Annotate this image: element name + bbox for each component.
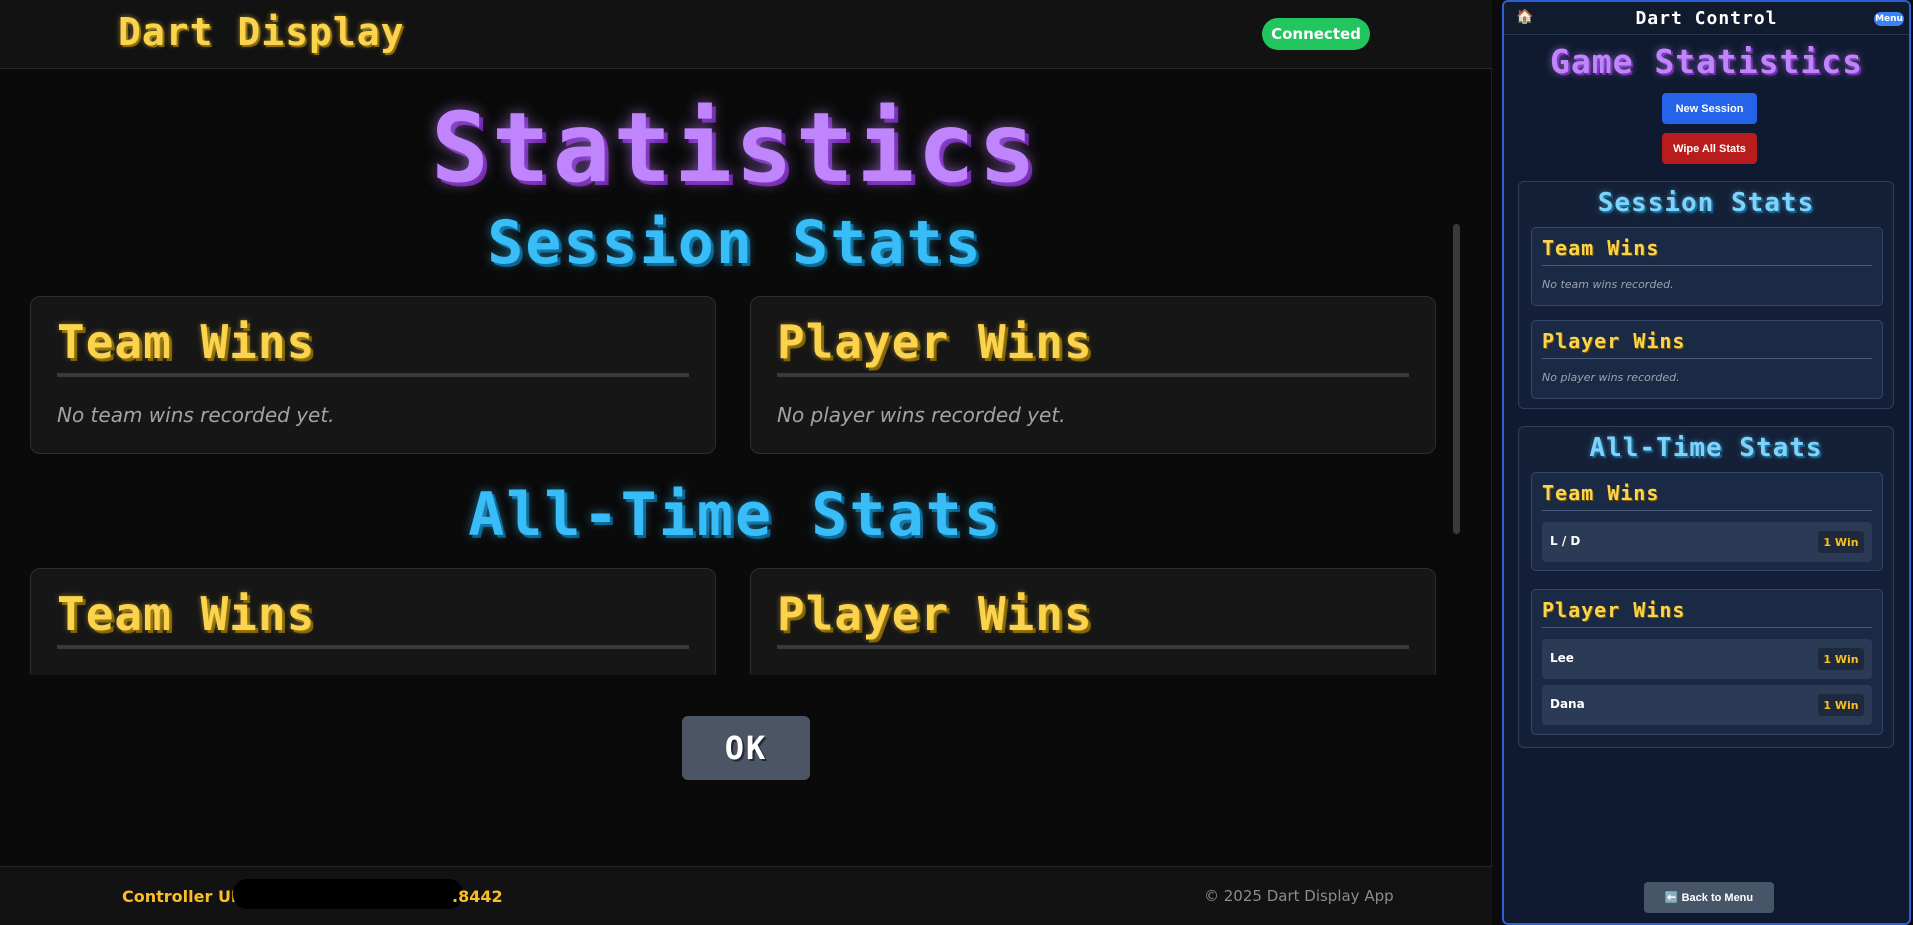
empty-message: No player wins recorded. [1542, 371, 1680, 384]
control-alltime-stats-panel: All-Time Stats Team Wins L / D 1 Win Pla… [1518, 426, 1894, 748]
team-name: L / D [1550, 534, 1581, 548]
empty-message: No team wins recorded yet. [57, 403, 335, 427]
control-session-heading: Session Stats [1597, 188, 1815, 218]
control-session-stats-panel: Session Stats Team Wins No team wins rec… [1518, 181, 1894, 409]
divider [777, 373, 1409, 377]
card-title: Player Wins [777, 587, 1093, 641]
new-session-button[interactable]: New Session [1662, 93, 1757, 124]
alltime-player-wins-card: Player Wins [750, 568, 1436, 675]
box-title: Player Wins [1542, 329, 1686, 353]
dart-control-panel: 🏠 Dart Control Menu Game Statistics New … [1502, 0, 1911, 925]
ok-button[interactable]: OK [682, 716, 810, 780]
win-count-badge: 1 Win [1818, 694, 1864, 716]
box-title: Player Wins [1542, 598, 1686, 622]
player-name: Dana [1550, 697, 1585, 711]
control-session-team-wins: Team Wins No team wins recorded. [1531, 227, 1883, 306]
divider [57, 373, 689, 377]
stats-scrollbar[interactable] [1453, 224, 1460, 534]
card-title: Team Wins [57, 587, 316, 641]
control-title: Dart Control [1635, 8, 1778, 29]
divider [1542, 358, 1872, 359]
list-item: Lee 1 Win [1542, 639, 1872, 679]
divider [1542, 265, 1872, 266]
stats-scroll-area[interactable]: Session Stats Team Wins No team wins rec… [0, 202, 1470, 675]
control-session-player-wins: Player Wins No player wins recorded. [1531, 320, 1883, 399]
list-item: L / D 1 Win [1542, 522, 1872, 562]
session-team-wins-card: Team Wins No team wins recorded yet. [30, 296, 716, 454]
wipe-all-stats-button[interactable]: Wipe All Stats [1662, 133, 1757, 164]
control-alltime-heading: All-Time Stats [1589, 433, 1823, 463]
copyright-text: © 2025 Dart Display App [1204, 887, 1394, 905]
control-alltime-team-wins: Team Wins L / D 1 Win [1531, 472, 1883, 571]
alltime-stats-heading: All-Time Stats [468, 480, 1002, 550]
statistics-title: Statistics [431, 92, 1039, 204]
box-title: Team Wins [1542, 481, 1660, 505]
divider [777, 645, 1409, 649]
box-title: Team Wins [1542, 236, 1660, 260]
redacted-url [233, 879, 463, 909]
connection-status-badge: Connected [1262, 18, 1370, 50]
menu-button[interactable]: Menu [1874, 12, 1904, 26]
control-header: 🏠 Dart Control Menu [1504, 2, 1909, 35]
display-header: Dart Display Connected [0, 0, 1492, 69]
control-alltime-player-wins: Player Wins Lee 1 Win Dana 1 Win [1531, 589, 1883, 735]
divider [1542, 627, 1872, 628]
dart-display-window: Dart Display Connected Statistics Sessio… [0, 0, 1492, 925]
divider [1542, 510, 1872, 511]
empty-message: No team wins recorded. [1542, 278, 1674, 291]
empty-message: No player wins recorded yet. [777, 403, 1066, 427]
controller-url-port: .8442 [452, 887, 503, 906]
back-to-menu-button[interactable]: ⬅️ Back to Menu [1644, 882, 1774, 913]
game-statistics-title: Game Statistics [1549, 42, 1863, 81]
win-count-badge: 1 Win [1818, 531, 1864, 553]
win-count-badge: 1 Win [1818, 648, 1864, 670]
session-stats-heading: Session Stats [487, 208, 983, 278]
divider [57, 645, 689, 649]
alltime-team-wins-card: Team Wins [30, 568, 716, 675]
display-footer: Controller URL .8442 © 2025 Dart Display… [0, 866, 1492, 925]
card-title: Team Wins [57, 315, 316, 369]
list-item: Dana 1 Win [1542, 685, 1872, 725]
display-brand-title: Dart Display [118, 10, 405, 54]
card-title: Player Wins [777, 315, 1093, 369]
session-player-wins-card: Player Wins No player wins recorded yet. [750, 296, 1436, 454]
player-name: Lee [1550, 651, 1574, 665]
